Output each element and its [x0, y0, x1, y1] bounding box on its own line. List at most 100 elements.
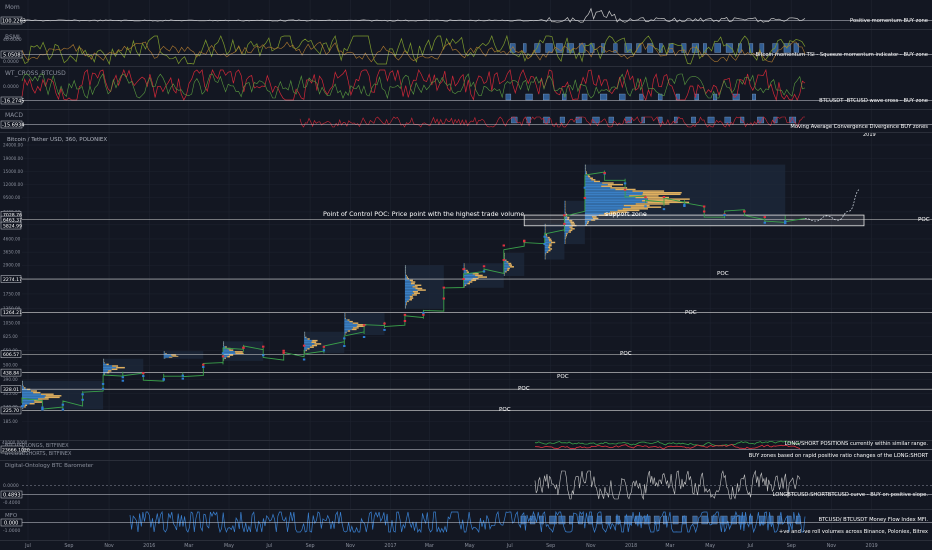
profile-bar — [406, 302, 407, 304]
profile-bar — [508, 264, 513, 266]
poc-label: POC — [918, 217, 930, 223]
profile-bar — [409, 295, 413, 298]
profile-bar — [45, 395, 62, 397]
signal-marker — [403, 313, 407, 316]
profile-bar — [463, 282, 468, 285]
profile-bar — [352, 322, 359, 324]
buy-zone-bar — [658, 116, 663, 124]
poc-label: POC — [518, 386, 530, 392]
signal-marker — [322, 349, 326, 352]
barometer-price-tag-text: 0.4893 — [3, 493, 21, 499]
profile-bar — [22, 387, 25, 389]
signal-marker — [442, 286, 446, 289]
signal-marker — [121, 376, 125, 379]
profile-bar — [235, 352, 244, 355]
signal-marker — [763, 221, 766, 224]
signal-marker — [202, 365, 205, 368]
profile-bar — [564, 236, 566, 238]
time-axis-label: Jul — [265, 543, 272, 549]
profile-bar — [304, 343, 315, 345]
profile-bar — [171, 354, 177, 356]
profile-bar — [549, 248, 553, 250]
profile-bar — [544, 249, 549, 252]
profile-bar — [466, 271, 469, 273]
profile-bar — [404, 271, 406, 274]
profile-bar — [223, 352, 236, 355]
profile-bar — [33, 391, 41, 394]
time-axis-label: Nov — [827, 543, 837, 549]
trading-chart[interactable]: Mom 100.2263 Positive momentum BUY zone … — [0, 0, 932, 550]
poc-label: POC — [499, 407, 511, 413]
bsmi-scale-top: 40.0000 — [3, 37, 22, 43]
buy-zone-bar — [581, 93, 588, 101]
profile-bar — [564, 210, 566, 212]
signal-marker — [162, 378, 165, 381]
signal-marker — [221, 355, 225, 358]
signal-marker — [41, 406, 44, 409]
profile-bar — [163, 357, 165, 359]
profile-bar — [352, 327, 359, 329]
profile-bar — [304, 331, 305, 334]
profile-bar — [568, 231, 571, 233]
profile-bar — [548, 238, 552, 240]
profile-bar — [22, 380, 23, 383]
profile-bar — [344, 320, 350, 323]
buy-zone-bar — [511, 116, 518, 124]
profile-bar — [564, 212, 566, 214]
profile-bar — [404, 307, 406, 309]
signal-marker — [422, 313, 425, 316]
time-axis-label: Jul — [24, 543, 31, 549]
profile-bar — [466, 269, 468, 272]
wt-title: WT_CROSS_BTCUSD — [5, 70, 66, 77]
profile-bar — [584, 191, 643, 194]
time-axis-label: Nov — [104, 543, 114, 549]
profile-bar — [544, 227, 546, 229]
profile-bar — [103, 365, 113, 367]
signal-marker — [784, 220, 787, 223]
barometer-scale-zero: 0.0000 — [3, 483, 19, 489]
profile-bar — [544, 230, 546, 232]
profile-bar — [163, 352, 165, 353]
profile-bar — [345, 317, 346, 320]
profile-bar — [544, 257, 546, 260]
profile-bar — [22, 383, 23, 386]
mfi-annotation-2: +ve and -ve roll volumes across Binance,… — [779, 529, 928, 535]
profile-bar — [564, 240, 566, 243]
price-axis-label: 4600.00 — [3, 236, 21, 241]
signal-marker — [502, 259, 505, 262]
profile-bar — [564, 231, 569, 233]
signal-marker — [583, 196, 587, 199]
profile-bar — [344, 322, 353, 324]
signal-marker — [743, 210, 746, 213]
profile-bar — [544, 248, 550, 250]
profile-bar — [404, 292, 414, 295]
profile-bar — [544, 244, 549, 247]
profile-bar — [505, 271, 507, 273]
profile-bar — [475, 274, 483, 277]
profile-bar — [163, 353, 166, 354]
time-axis-label: May — [705, 543, 715, 549]
price-axis-label: 390.00 — [3, 377, 18, 382]
signal-marker — [583, 186, 587, 189]
profile-bar — [564, 202, 566, 204]
profile-bar — [584, 179, 592, 181]
time-axis-label: 2017 — [384, 543, 396, 549]
signal-marker — [422, 311, 425, 314]
profile-bar — [584, 203, 636, 205]
signal-marker — [702, 210, 706, 213]
profile-bar — [22, 390, 31, 392]
signal-marker — [221, 352, 225, 355]
buy-zone-bar — [639, 93, 644, 101]
wt-annotation: BTCUSDT -BTCUSD wave cross - BUY zone — [819, 98, 928, 104]
profile-bar — [112, 365, 119, 367]
profile-bar — [410, 282, 415, 285]
profile-bar — [223, 342, 224, 345]
profile-bar — [224, 357, 226, 360]
profile-bar — [404, 276, 407, 278]
signal-marker — [543, 235, 546, 238]
profile-bar — [584, 182, 603, 184]
profile-bar — [103, 363, 107, 366]
profile-bar — [544, 228, 546, 231]
profile-bar — [585, 171, 587, 173]
price-axis-label: 9500.00 — [3, 195, 21, 200]
